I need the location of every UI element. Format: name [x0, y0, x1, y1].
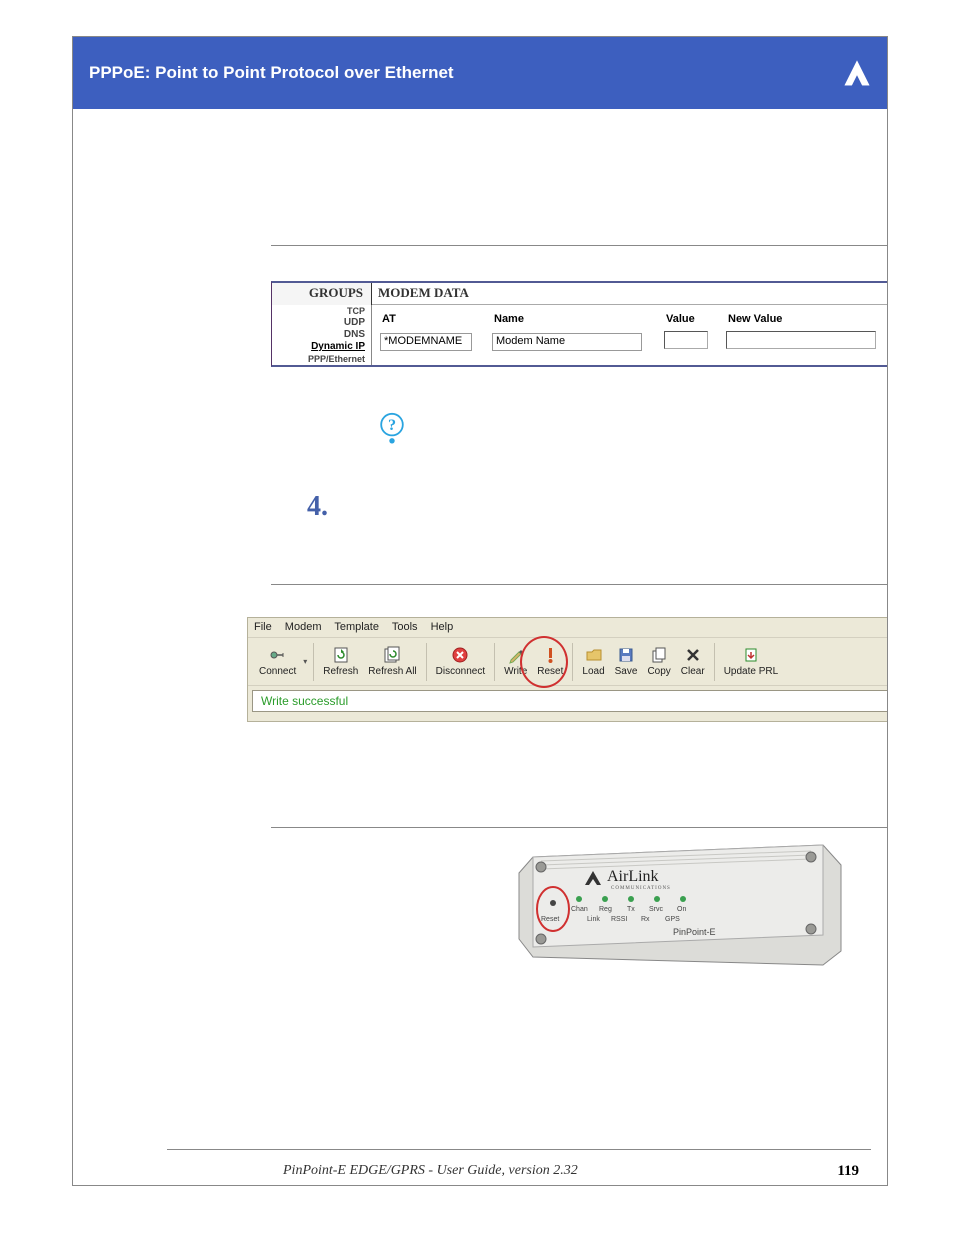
- write-icon: [507, 646, 525, 664]
- refresh-icon: [332, 646, 350, 664]
- disconnect-icon: [451, 646, 469, 664]
- col-new-value: New Value: [726, 309, 888, 329]
- update-prl-button[interactable]: Update PRL: [719, 640, 783, 684]
- modem-data-figure: GROUPS MODEM DATA PRINTAB TCP UDP DNS Dy…: [271, 281, 888, 367]
- copy-icon: [650, 646, 668, 664]
- save-icon: [617, 646, 635, 664]
- nav-dynamic-ip[interactable]: Dynamic IP: [272, 341, 365, 353]
- figure-tabs: GROUPS MODEM DATA PRINTAB: [272, 283, 888, 305]
- brand-text: AirLink: [607, 868, 659, 885]
- cell-value-input[interactable]: [664, 331, 708, 349]
- connect-dropdown[interactable]: ▾: [301, 657, 309, 666]
- separator: [494, 643, 495, 681]
- clear-icon: [684, 646, 702, 664]
- svg-text:Rx: Rx: [641, 916, 650, 923]
- svg-text:Reset: Reset: [541, 916, 559, 923]
- nav-tcp[interactable]: TCP: [272, 305, 365, 317]
- clear-button[interactable]: Clear: [676, 640, 710, 684]
- svg-text:Tx: Tx: [627, 906, 635, 913]
- svg-text:Srvc: Srvc: [649, 906, 664, 913]
- col-value: Value: [664, 309, 724, 329]
- save-button[interactable]: Save: [610, 640, 643, 684]
- cell-at: *MODEMNAME: [380, 333, 472, 351]
- copy-button[interactable]: Copy: [642, 640, 675, 684]
- step-number: 4.: [307, 491, 328, 523]
- cell-name: Modem Name: [492, 333, 642, 351]
- svg-text:RSSI: RSSI: [611, 916, 627, 923]
- refresh-all-icon: [383, 646, 401, 664]
- menu-help[interactable]: Help: [431, 621, 454, 633]
- tab-groups[interactable]: GROUPS: [272, 283, 372, 305]
- refresh-button[interactable]: Refresh: [318, 640, 363, 684]
- load-button[interactable]: Load: [577, 640, 609, 684]
- refresh-all-button[interactable]: Refresh All: [363, 640, 421, 684]
- separator: [426, 643, 427, 681]
- col-at: AT: [380, 309, 490, 329]
- cell-new-value-input[interactable]: [726, 331, 876, 349]
- reset-icon: [541, 646, 559, 664]
- svg-text:Link: Link: [587, 916, 600, 923]
- col-name: Name: [492, 309, 662, 329]
- nav-ppp-ethernet[interactable]: PPP/Ethernet: [272, 353, 365, 365]
- tab-modem-data[interactable]: MODEM DATA: [372, 283, 888, 305]
- menu-tools[interactable]: Tools: [392, 621, 418, 633]
- svg-text:Reg: Reg: [599, 906, 612, 913]
- section-rule: [271, 245, 887, 246]
- footer-rule: [167, 1149, 871, 1150]
- toolbar-figure: File Modem Template Tools Help Connect ▾…: [247, 617, 888, 722]
- status-text: Write successful: [252, 690, 888, 712]
- device-figure: AirLink COMMUNICATIONS Chan Reg Tx Srvc …: [511, 839, 845, 971]
- svg-text:On: On: [677, 906, 686, 913]
- groups-nav: TCP UDP DNS Dynamic IP PPP/Ethernet: [272, 305, 372, 367]
- toolbar: Connect ▾ Refresh Refresh All Disconnect…: [248, 638, 888, 686]
- nav-dns[interactable]: DNS: [272, 329, 365, 341]
- update-prl-icon: [742, 646, 760, 664]
- svg-text:COMMUNICATIONS: COMMUNICATIONS: [611, 886, 671, 891]
- svg-text:GPS: GPS: [665, 916, 680, 923]
- help-icon: ?: [377, 412, 407, 448]
- svg-text:PinPoint-E: PinPoint-E: [673, 927, 716, 937]
- table-row: *MODEMNAME Modem Name: [380, 331, 888, 352]
- svg-text:?: ?: [388, 416, 396, 434]
- page-frame: PPPoE: Point to Point Protocol over Ethe…: [72, 36, 888, 1186]
- header-title: PPPoE: Point to Point Protocol over Ethe…: [89, 63, 454, 83]
- footer-title: PinPoint-E EDGE/GPRS - User Guide, versi…: [283, 1163, 578, 1179]
- separator: [572, 643, 573, 681]
- nav-udp[interactable]: UDP: [272, 317, 365, 329]
- menubar: File Modem Template Tools Help: [248, 618, 888, 638]
- write-button[interactable]: Write: [499, 640, 532, 684]
- connect-button[interactable]: Connect: [254, 640, 301, 684]
- svg-text:Chan: Chan: [571, 906, 588, 913]
- menu-template[interactable]: Template: [334, 621, 379, 633]
- menu-file[interactable]: File: [254, 621, 272, 633]
- page-header: PPPoE: Point to Point Protocol over Ethe…: [73, 37, 887, 109]
- airlink-logo-icon: [843, 59, 871, 87]
- connect-icon: [269, 646, 287, 664]
- menu-modem[interactable]: Modem: [285, 621, 322, 633]
- separator: [714, 643, 715, 681]
- load-icon: [585, 646, 603, 664]
- section-rule: [271, 827, 887, 828]
- status-bar: Write successful: [248, 686, 888, 718]
- section-rule: [271, 584, 887, 585]
- device-svg: AirLink COMMUNICATIONS Chan Reg Tx Srvc …: [511, 839, 845, 971]
- reset-button[interactable]: Reset: [532, 640, 568, 684]
- disconnect-button[interactable]: Disconnect: [431, 640, 490, 684]
- separator: [313, 643, 314, 681]
- modem-data-table: AT Name Value New Value *MODEMNAME Modem…: [378, 307, 888, 354]
- modem-data-pane: AT Name Value New Value *MODEMNAME Modem…: [372, 305, 888, 367]
- page-number: 119: [837, 1163, 859, 1180]
